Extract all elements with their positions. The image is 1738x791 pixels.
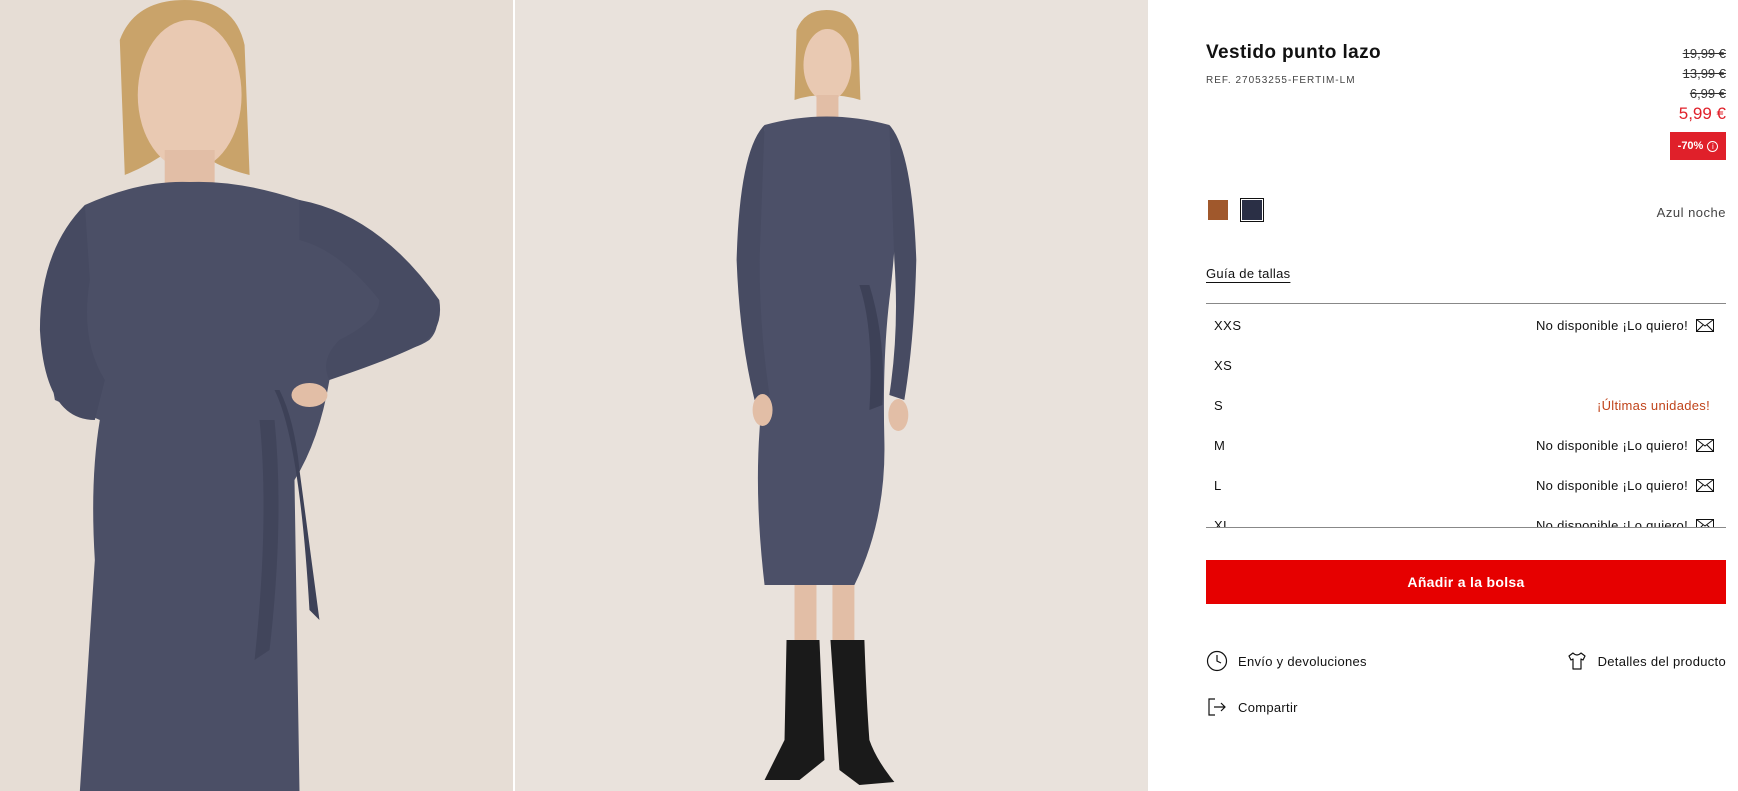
share-link[interactable]: Compartir xyxy=(1206,696,1298,718)
size-status-text: No disponible ¡Lo quiero! xyxy=(1535,477,1688,493)
size-status-text: No disponible ¡Lo quiero! xyxy=(1535,437,1688,453)
product-title: Vestido punto lazo xyxy=(1206,42,1382,63)
tshirt-icon xyxy=(1567,652,1586,670)
info-icon[interactable]: i xyxy=(1707,140,1719,152)
size-option-l[interactable]: L No disponible ¡Lo quiero! xyxy=(1206,465,1726,505)
size-guide-link[interactable]: Guía de tallas xyxy=(1206,266,1290,281)
product-reference: REF. 27053255-FERTIM-LM xyxy=(1206,75,1356,86)
size-option-xs[interactable]: XS xyxy=(1206,345,1726,385)
mail-icon[interactable] xyxy=(1696,478,1714,492)
price-original: 19,99 € xyxy=(1682,46,1726,61)
mail-icon[interactable] xyxy=(1696,318,1714,332)
size-option-xl[interactable]: XL No disponible ¡Lo quiero! xyxy=(1206,505,1726,529)
color-swatch-brown-fill xyxy=(1208,200,1228,220)
product-photo-full[interactable] xyxy=(515,0,1148,791)
size-list[interactable]: XXS No disponible ¡Lo quiero! XS S ¡Últi… xyxy=(1206,303,1726,528)
price-previous-2: 6,99 € xyxy=(1689,86,1726,101)
size-label: XL xyxy=(1214,517,1231,528)
size-label: M xyxy=(1214,437,1226,453)
color-swatch-brown[interactable] xyxy=(1206,198,1230,222)
size-status: No disponible ¡Lo quiero! xyxy=(1536,438,1714,453)
model-closeup-illustration xyxy=(0,0,514,791)
shipping-returns-link[interactable]: Envío y devoluciones xyxy=(1206,650,1367,672)
add-to-bag-button[interactable]: Añadir a la bolsa xyxy=(1206,560,1726,604)
discount-label: -70% xyxy=(1677,140,1704,152)
size-status-text: No disponible ¡Lo quiero! xyxy=(1535,517,1688,528)
color-swatch-navy[interactable] xyxy=(1240,198,1264,222)
color-swatches xyxy=(1206,198,1264,222)
size-option-m[interactable]: M No disponible ¡Lo quiero! xyxy=(1206,425,1726,465)
shipping-returns-label: Envío y devoluciones xyxy=(1238,653,1367,669)
size-status: No disponible ¡Lo quiero! xyxy=(1536,318,1714,333)
product-photo-closeup[interactable] xyxy=(0,0,514,791)
product-gallery xyxy=(0,0,1148,791)
size-status-low-stock: ¡Últimas unidades! xyxy=(1596,397,1710,413)
price-block: 19,99 € 13,99 € 6,99 € 5,99 € xyxy=(1679,44,1726,126)
size-label: XS xyxy=(1214,357,1233,373)
product-details-label: Detalles del producto xyxy=(1597,653,1726,669)
model-full-illustration xyxy=(515,0,1148,791)
clock-icon xyxy=(1206,650,1228,672)
mail-icon[interactable] xyxy=(1696,518,1714,529)
mail-icon[interactable] xyxy=(1696,438,1714,452)
color-swatch-navy-fill xyxy=(1242,200,1262,220)
product-info-panel: Vestido punto lazo REF. 27053255-FERTIM-… xyxy=(1206,0,1726,791)
price-current: 5,99 € xyxy=(1678,104,1726,123)
size-status: No disponible ¡Lo quiero! xyxy=(1535,517,1714,529)
size-label: XXS xyxy=(1214,317,1242,333)
share-label: Compartir xyxy=(1238,699,1298,715)
price-previous: 13,99 € xyxy=(1682,66,1726,81)
share-icon xyxy=(1208,698,1226,716)
selected-color-name: Azul noche xyxy=(1656,205,1726,220)
size-label: L xyxy=(1214,477,1222,493)
product-details-link[interactable]: Detalles del producto xyxy=(1566,650,1726,672)
size-status-text: No disponible ¡Lo quiero! xyxy=(1535,317,1688,333)
size-label: S xyxy=(1214,397,1224,413)
size-option-s[interactable]: S ¡Últimas unidades! xyxy=(1206,385,1726,425)
size-status: No disponible ¡Lo quiero! xyxy=(1536,478,1714,493)
size-option-xxs[interactable]: XXS No disponible ¡Lo quiero! xyxy=(1206,305,1726,345)
discount-badge[interactable]: -70% i xyxy=(1670,132,1726,160)
